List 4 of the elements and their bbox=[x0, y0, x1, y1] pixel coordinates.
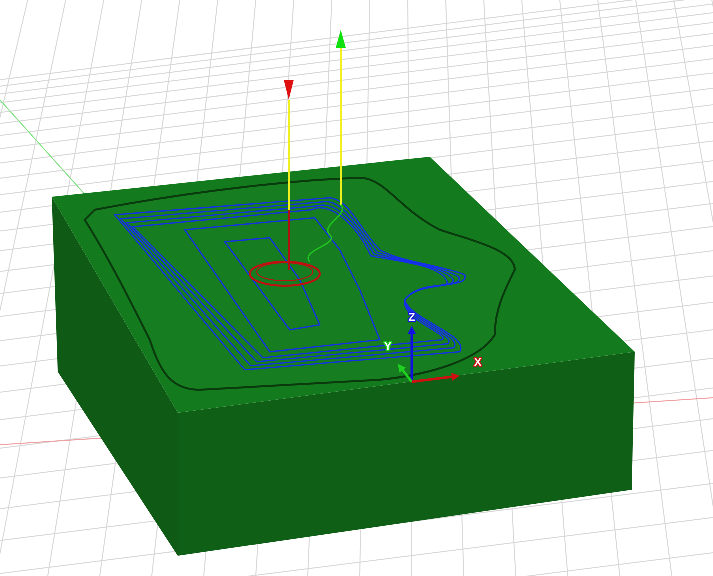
axis-label: X bbox=[474, 357, 482, 369]
axis-label: Z bbox=[408, 312, 416, 324]
up-arrow-icon bbox=[336, 30, 346, 48]
down-arrow-icon bbox=[284, 80, 294, 100]
